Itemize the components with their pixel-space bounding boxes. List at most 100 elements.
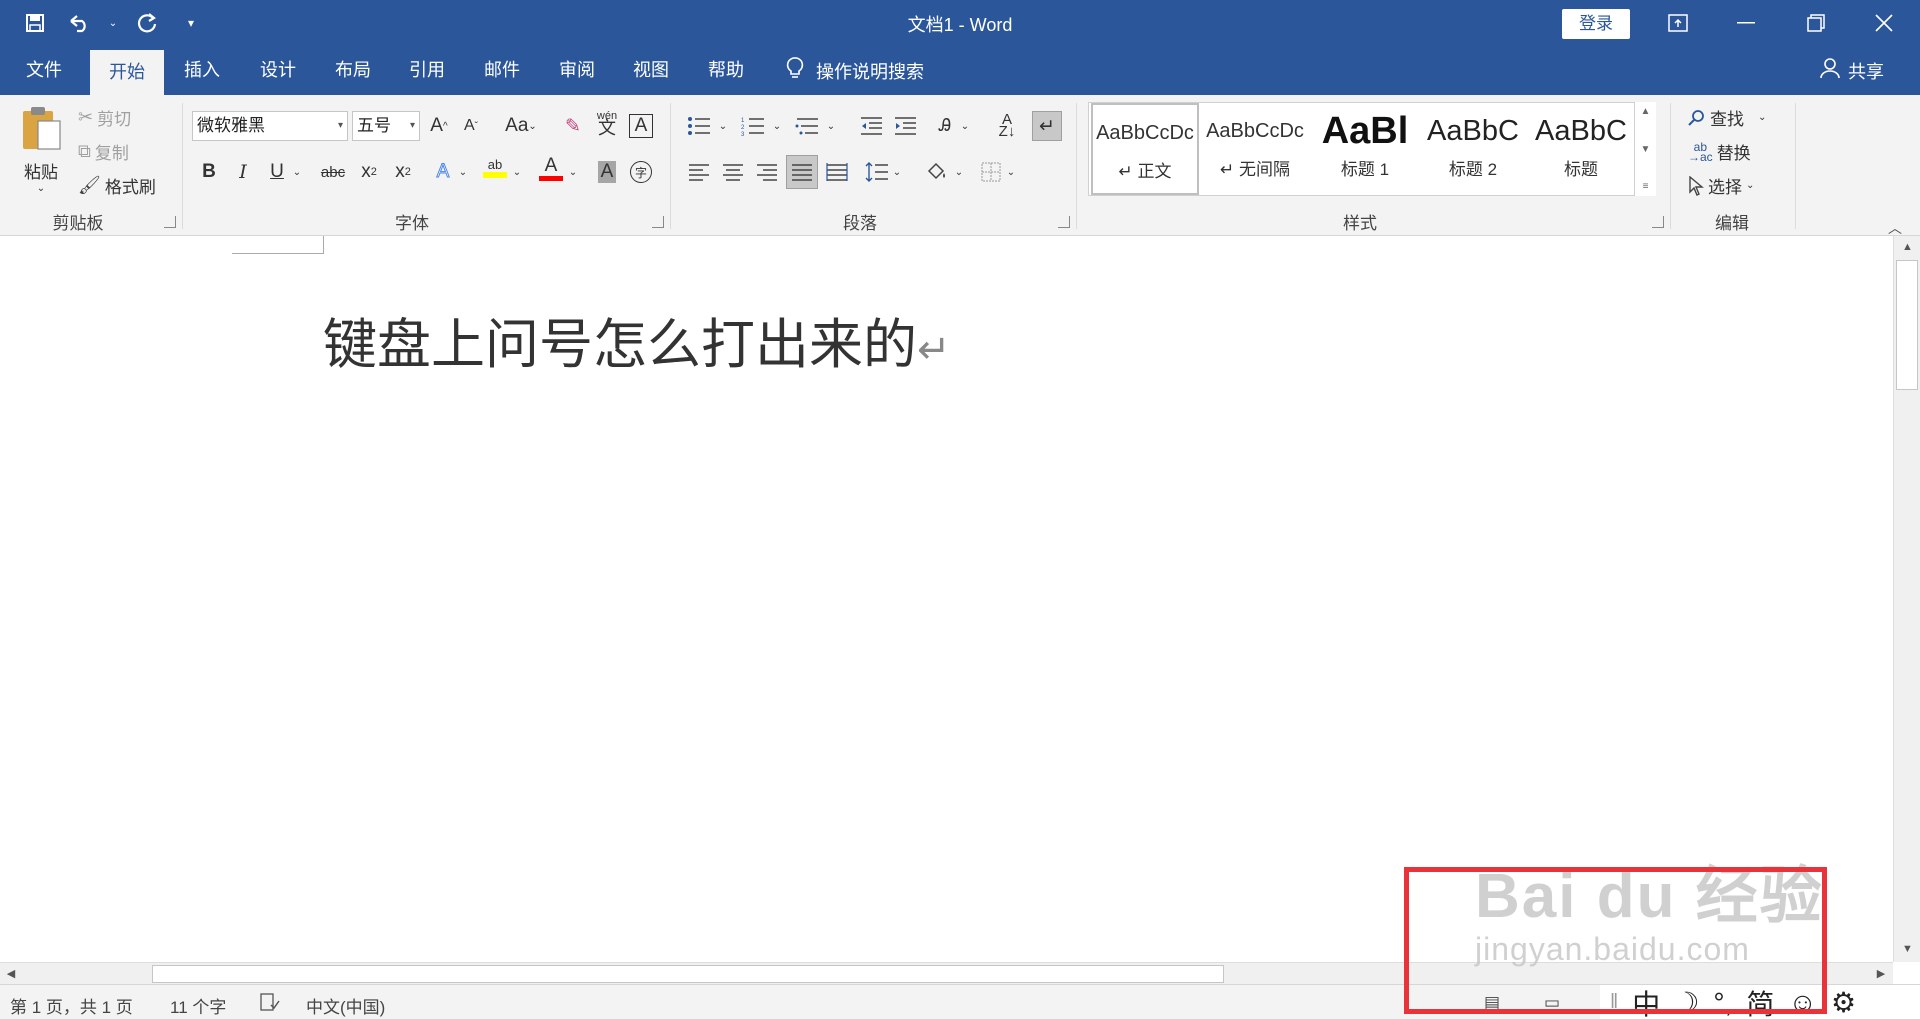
chevron-down-icon[interactable]: ⌄ [770, 111, 784, 141]
moon-icon[interactable]: ☽ [1674, 986, 1699, 1019]
chevron-down-icon[interactable]: ⌄ [566, 157, 580, 187]
share-button[interactable]: 共享 [1820, 46, 1884, 95]
style-normal[interactable]: AaBbCcDc ↵ 正文 [1091, 103, 1199, 195]
page-count[interactable]: 第 1 页，共 1 页 [10, 993, 133, 1018]
ribbon-display-icon[interactable] [1658, 6, 1698, 40]
replace-button[interactable]: ab →ac 替换 [1688, 139, 1751, 164]
ime-mode-toggle[interactable]: 中 [1632, 983, 1660, 1019]
change-case-icon[interactable]: Aa ⌄ [498, 111, 544, 141]
enclose-characters-icon[interactable]: 字 [630, 161, 652, 183]
numbering-icon[interactable]: 123 [738, 111, 768, 141]
show-formatting-marks-icon[interactable]: ↵ [1032, 111, 1062, 141]
ime-simplified-toggle[interactable]: 简 [1746, 983, 1774, 1019]
style-no-spacing[interactable]: AaBbCcDc ↵ 无间隔 [1201, 103, 1309, 195]
chevron-up-icon[interactable]: ▲ [1641, 106, 1651, 117]
styles-gallery-scroll[interactable]: ▲ ▼ ≡ [1634, 102, 1656, 196]
chevron-down-icon[interactable]: ⌄ [958, 111, 972, 141]
align-right-icon[interactable] [752, 157, 782, 187]
multilevel-list-icon[interactable] [792, 111, 822, 141]
paragraph-launcher-icon[interactable] [1058, 216, 1070, 228]
tab-layout[interactable]: 布局 [325, 46, 381, 95]
chevron-down-icon[interactable]: ⌄ [716, 111, 730, 141]
close-icon[interactable] [1864, 6, 1904, 40]
chevron-down-icon[interactable]: ⌄ [290, 157, 304, 187]
vertical-scrollbar[interactable]: ▲ ▼ [1893, 236, 1920, 962]
tab-view[interactable]: 视图 [623, 46, 679, 95]
tab-home[interactable]: 开始 [90, 50, 164, 95]
document-canvas[interactable]: 键盘上问号怎么打出来的↵ [0, 236, 1893, 962]
scroll-right-icon[interactable]: ▶ [1870, 963, 1892, 985]
tab-design[interactable]: 设计 [250, 46, 306, 95]
sort-icon[interactable]: A Z↓ [992, 111, 1022, 141]
document-body-text[interactable]: 键盘上问号怎么打出来的↵ [323, 300, 951, 379]
font-launcher-icon[interactable] [652, 216, 664, 228]
chevron-down-icon[interactable]: ⌄ [456, 157, 470, 187]
horizontal-scrollbar[interactable]: ◀ ▶ [0, 962, 1893, 984]
decrease-indent-icon[interactable] [856, 111, 886, 141]
justify-icon[interactable] [786, 155, 818, 189]
font-size-combo[interactable]: 五号 ▾ [352, 111, 420, 141]
settings-icon[interactable]: ⚙ [1831, 986, 1856, 1019]
chinese-layout-icon[interactable]: Ꭿ [930, 111, 960, 141]
clipboard-launcher-icon[interactable] [164, 216, 176, 228]
tab-mailings[interactable]: 邮件 [474, 46, 530, 95]
borders-icon[interactable] [976, 157, 1006, 187]
shrink-font-icon[interactable]: Aˇ [456, 111, 486, 141]
align-center-icon[interactable] [718, 157, 748, 187]
subscript-icon[interactable]: x2 [354, 157, 384, 187]
character-shading-icon[interactable]: A [597, 161, 617, 183]
tab-help[interactable]: 帮助 [698, 46, 754, 95]
read-mode-icon[interactable]: ▤ [1484, 993, 1500, 1013]
chevron-down-icon[interactable]: ⌄ [824, 111, 838, 141]
restore-icon[interactable] [1796, 6, 1836, 40]
style-heading-2[interactable]: AaBbC 标题 2 [1419, 103, 1527, 195]
scroll-left-icon[interactable]: ◀ [0, 963, 22, 985]
bold-button[interactable]: B [194, 157, 224, 187]
underline-button[interactable]: U [262, 157, 292, 187]
tell-me-search[interactable]: 操作说明搜索 [786, 46, 924, 95]
chevron-down-icon[interactable]: ⌄ [1004, 157, 1018, 187]
font-name-combo[interactable]: 微软雅黑 ▾ [192, 111, 348, 141]
italic-button[interactable]: I [228, 157, 258, 187]
distributed-icon[interactable] [822, 157, 852, 187]
collapse-ribbon-icon[interactable]: ︿ [1888, 218, 1902, 238]
scroll-down-icon[interactable]: ▼ [1894, 938, 1920, 960]
superscript-icon[interactable]: x2 [388, 157, 418, 187]
language-indicator[interactable]: 中文(中国) [306, 993, 385, 1018]
styles-launcher-icon[interactable] [1652, 216, 1664, 228]
grow-font-icon[interactable]: A ^ [424, 111, 454, 141]
increase-indent-icon[interactable] [890, 111, 920, 141]
tab-references[interactable]: 引用 [399, 46, 455, 95]
horizontal-scroll-thumb[interactable] [152, 965, 1224, 983]
line-spacing-icon[interactable] [862, 157, 892, 187]
select-button[interactable]: 选择 ⌄ [1688, 173, 1754, 198]
chevron-down-icon[interactable]: ⌄ [510, 157, 524, 187]
text-effects-icon[interactable]: A [428, 157, 458, 187]
paste-button[interactable]: 粘贴 ⌄ [20, 105, 62, 194]
font-color-icon[interactable]: A [536, 153, 566, 183]
paint-bucket-icon[interactable] [922, 157, 952, 187]
find-button[interactable]: 查找 ⌄ [1688, 105, 1766, 130]
tab-insert[interactable]: 插入 [174, 46, 230, 95]
chevron-down-icon[interactable]: ⌄ [952, 157, 966, 187]
cut-button[interactable]: ✂ 剪切 [78, 105, 131, 130]
emoji-icon[interactable]: ☺ [1788, 987, 1817, 1019]
phonetic-guide-icon[interactable]: wén 文 [592, 107, 622, 137]
tab-review[interactable]: 审阅 [549, 46, 605, 95]
copy-button[interactable]: ⧉ 复制 [78, 139, 129, 164]
tab-file[interactable]: 文件 [18, 46, 70, 95]
bullets-icon[interactable] [684, 111, 714, 141]
scroll-up-icon[interactable]: ▲ [1894, 236, 1920, 258]
minimize-icon[interactable] [1726, 6, 1766, 40]
chevron-down-icon[interactable]: ▼ [1641, 144, 1651, 155]
highlight-color-icon[interactable]: ab [480, 153, 510, 183]
vertical-scroll-thumb[interactable] [1896, 260, 1918, 390]
more-icon[interactable]: ≡ [1643, 181, 1649, 192]
style-heading-1[interactable]: AaBl 标题 1 [1311, 103, 1419, 195]
word-count[interactable]: 11 个字 [170, 993, 226, 1018]
print-layout-icon[interactable]: ▭ [1544, 993, 1560, 1013]
strikethrough-button[interactable]: abc [316, 157, 350, 187]
style-title[interactable]: AaBbC 标题 [1527, 103, 1635, 195]
format-painter-button[interactable]: 🖌 格式刷 [78, 173, 156, 198]
clear-formatting-icon[interactable]: ✎ [558, 111, 588, 141]
